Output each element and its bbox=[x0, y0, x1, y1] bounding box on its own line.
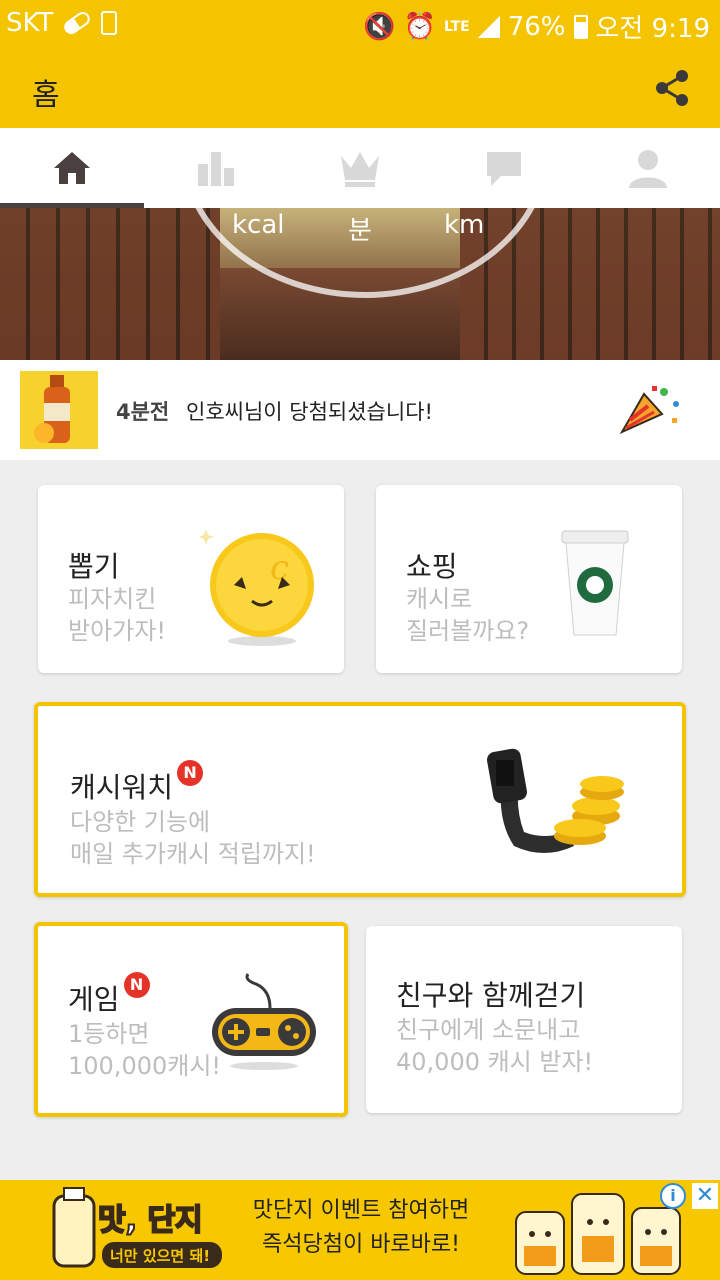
calorie-unit: kcal bbox=[232, 210, 285, 240]
battery-percent: 76% bbox=[507, 11, 566, 42]
page-title: 홈 bbox=[32, 78, 60, 113]
coin-mascot-icon: c bbox=[200, 529, 314, 646]
card-game-sub2: 100,000캐시! bbox=[68, 1052, 222, 1080]
new-badge: N bbox=[123, 972, 150, 998]
prize-thumbnail bbox=[20, 371, 98, 449]
alarm-icon: ⏰ bbox=[403, 11, 436, 42]
card-friends-sub1: 친구에게 소문내고 bbox=[396, 1016, 581, 1044]
carrier-label: SKT bbox=[6, 8, 54, 38]
card-shop[interactable]: 쇼핑 캐시로 질러볼까요? bbox=[376, 485, 682, 673]
bar-chart-icon bbox=[198, 152, 234, 186]
signal-icon bbox=[477, 15, 500, 38]
banner-photo-left bbox=[0, 208, 220, 360]
ad-info-button[interactable]: i bbox=[660, 1183, 686, 1209]
minute-unit: 분 bbox=[348, 216, 372, 246]
card-watch-sub2: 매일 추가캐시 적립까지! bbox=[70, 840, 316, 868]
card-game-title: 게임 N bbox=[68, 972, 150, 1018]
card-cash-watch[interactable]: 캐시워치 N 다양한 기능에 매일 추가캐시 적립까지! bbox=[34, 702, 686, 897]
ad-line-1: 맛단지 이벤트 참여하면 bbox=[252, 1198, 470, 1223]
ad-close-button[interactable]: ✕ bbox=[692, 1183, 718, 1209]
ad-logo-text: 맛, 단지 bbox=[98, 1203, 203, 1238]
card-game[interactable]: 게임 N 1등하면 100,000캐시! bbox=[34, 922, 348, 1117]
share-icon bbox=[656, 70, 688, 106]
card-game-sub1: 1등하면 bbox=[68, 1020, 150, 1048]
tab-profile[interactable] bbox=[576, 128, 720, 208]
card-watch-sub1: 다양한 기능에 bbox=[70, 808, 211, 836]
coffee-cup-icon bbox=[561, 530, 629, 636]
crown-icon bbox=[341, 152, 379, 187]
user-icon bbox=[629, 150, 667, 188]
ad-banner[interactable]: 맛, 단지 너만 있으면 돼! 맛단지 이벤트 참여하면 즉석당첨이 바로바로! bbox=[0, 1180, 720, 1280]
distance-unit: km bbox=[444, 210, 485, 240]
pill-icon bbox=[61, 9, 93, 37]
smart-band-icon bbox=[487, 748, 624, 853]
tab-home[interactable] bbox=[0, 128, 144, 208]
card-draw[interactable]: 뽑기 피자치킨 받아가자! c bbox=[38, 485, 344, 673]
mute-icon: 🔇 bbox=[363, 11, 396, 42]
tab-stats[interactable] bbox=[144, 128, 288, 208]
card-draw-sub1: 피자치킨 bbox=[68, 585, 157, 613]
phone-icon bbox=[101, 11, 118, 35]
status-bar: SKT 🔇 ⏰ LTE 76% 오전 9:19 bbox=[0, 0, 720, 48]
winner-ticker[interactable]: 4분전 인호씨님이 당첨되셨습니다! bbox=[0, 360, 720, 460]
party-popper-icon bbox=[619, 386, 679, 435]
ad-brand-logo: 맛, 단지 너만 있으면 돼! bbox=[52, 1187, 222, 1268]
chat-icon bbox=[487, 152, 521, 186]
ad-logo-tagline: 너만 있으면 돼! bbox=[110, 1247, 210, 1265]
ad-copy: 맛단지 이벤트 참여하면 즉석당첨이 바로바로! bbox=[236, 1194, 486, 1262]
ticker-message: 인호씨님이 당첨되셨습니다! bbox=[186, 400, 433, 424]
card-friends-sub2: 40,000 캐시 받자! bbox=[396, 1048, 594, 1076]
battery-icon bbox=[573, 14, 588, 39]
lte-label: LTE bbox=[443, 18, 470, 35]
tab-bar bbox=[0, 128, 720, 208]
clock: 오전 9:19 bbox=[595, 14, 711, 44]
home-icon bbox=[54, 152, 90, 184]
tab-ranking[interactable] bbox=[288, 128, 432, 208]
card-shop-sub2: 질러볼까요? bbox=[406, 617, 530, 645]
card-watch-title: 캐시워치 N bbox=[70, 760, 204, 806]
new-badge: N bbox=[177, 760, 204, 786]
ticker-time: 4분전 bbox=[116, 400, 170, 424]
card-draw-sub2: 받아가자! bbox=[68, 617, 166, 645]
gamepad-icon bbox=[212, 973, 316, 1070]
card-friends-walk[interactable]: 친구와 함께걷기 친구에게 소문내고 40,000 캐시 받자! bbox=[366, 926, 682, 1113]
card-shop-title: 쇼핑 bbox=[406, 550, 458, 583]
tab-chat[interactable] bbox=[432, 128, 576, 208]
app-bar: 홈 bbox=[0, 48, 720, 128]
card-friends-title: 친구와 함께걷기 bbox=[396, 979, 586, 1012]
step-stats-banner: kcal 분 km bbox=[0, 208, 720, 360]
card-shop-sub1: 캐시로 bbox=[406, 585, 473, 613]
ad-line-2: 즉석당첨이 바로바로! bbox=[262, 1232, 460, 1257]
share-button[interactable] bbox=[652, 68, 692, 108]
card-draw-title: 뽑기 bbox=[68, 550, 120, 583]
